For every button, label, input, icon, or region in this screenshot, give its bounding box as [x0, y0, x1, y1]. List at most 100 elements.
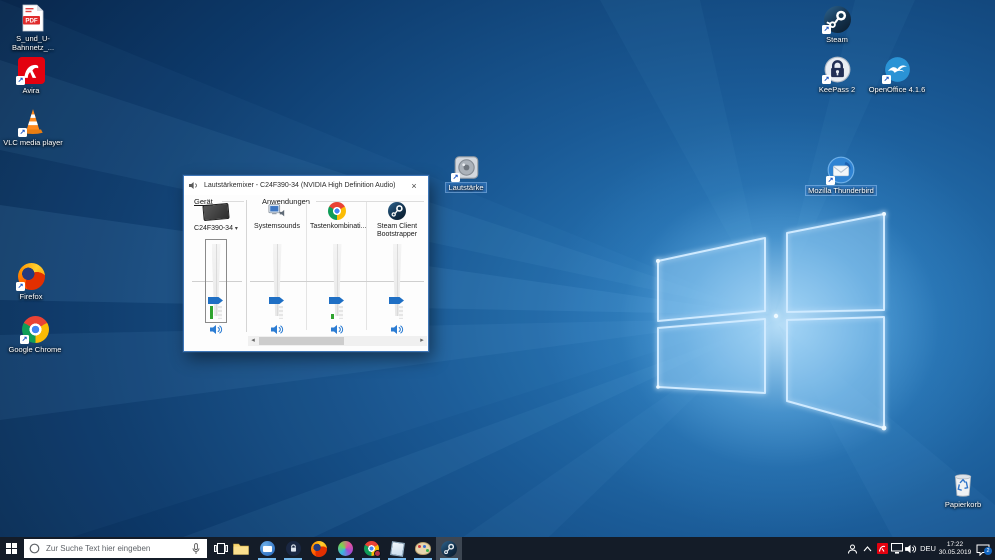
app-name: Steam Client Bootstrapper [376, 223, 418, 238]
steam-icon [444, 543, 455, 554]
desktop-icon-avira[interactable]: ↗ Avira [0, 56, 62, 95]
desktop: PDF S_und_U-Bahnnetz_... ↗ Avira ↗ VLC m… [0, 0, 995, 560]
desktop-icon-label: Mozilla Thunderbird [805, 185, 877, 196]
language-indicator[interactable]: DEU [918, 537, 938, 560]
app-name: Tastenkombinati... [310, 223, 367, 230]
horizontal-scrollbar[interactable]: ◂ ▸ [248, 336, 427, 346]
speaker-icon [905, 544, 917, 553]
app-mute-button[interactable] [330, 323, 344, 335]
close-icon[interactable]: × [400, 176, 428, 195]
pdf-file-icon: PDF [19, 4, 47, 32]
device-dropdown[interactable]: C24F390-34 ▾ [186, 225, 246, 232]
desktop-icon-firefox[interactable]: ↗ Firefox [0, 262, 62, 301]
desktop-icon-lautstaerke[interactable]: ↗ Lautstärke [435, 153, 497, 193]
steam-icon: ↗ [822, 5, 851, 34]
taskbar-search-box[interactable] [24, 539, 207, 558]
desktop-icon-pdf[interactable]: PDF S_und_U-Bahnnetz_... [0, 4, 66, 52]
volume-tray-button[interactable] [904, 537, 918, 560]
app-name: Systemsounds [254, 223, 300, 230]
shortcut-arrow-icon: ↗ [882, 75, 891, 84]
taskbar-steam-active[interactable] [436, 537, 462, 560]
desktop-icon-steam[interactable]: ↗ Steam [806, 5, 868, 44]
speaker-icon [390, 324, 403, 334]
meter-scale [279, 306, 283, 319]
desktop-icon-label: Steam [826, 35, 848, 44]
meter-scale [218, 306, 222, 319]
desktop-icon-label: Google Chrome [8, 345, 62, 354]
desktop-icon-papierkorb[interactable]: Papierkorb [932, 470, 994, 509]
microphone-icon[interactable] [192, 542, 200, 555]
speaker-icon [330, 324, 343, 334]
desktop-icon-chrome[interactable]: ↗ Google Chrome [0, 315, 70, 354]
taskbar-notes-app[interactable] [384, 537, 410, 560]
avira-tray-button[interactable] [875, 537, 889, 560]
device-mute-button[interactable] [209, 323, 223, 335]
chevron-down-icon: ▾ [234, 226, 238, 232]
shortcut-arrow-icon: ↗ [16, 76, 25, 85]
app-mute-button[interactable] [270, 323, 284, 335]
clock[interactable]: 17:22 30.05.2019 [938, 537, 972, 560]
taskbar: DEU 17:22 30.05.2019 2 [0, 537, 995, 560]
desktop-icon-keepass[interactable]: ↗ KeePass 2 [806, 55, 868, 94]
app-column-systemsounds: Systemsounds [248, 195, 306, 347]
windows-logo-icon [6, 543, 17, 554]
action-center-button[interactable]: 2 [972, 537, 994, 560]
shortcut-arrow-icon: ↗ [451, 173, 460, 182]
taskbar-keepass[interactable] [280, 537, 306, 560]
desktop-icon-vlc[interactable]: ↗ VLC media player [0, 108, 66, 147]
scroll-right-icon[interactable]: ▸ [417, 336, 427, 346]
people-button[interactable] [845, 537, 860, 560]
avira-icon: ↗ [16, 56, 45, 85]
task-view-icon [214, 543, 228, 554]
start-button[interactable] [0, 537, 23, 560]
steam-icon [388, 202, 406, 220]
app-slider-handle[interactable] [269, 297, 284, 304]
shortcut-arrow-icon: ↗ [16, 282, 25, 291]
scrollbar-thumb[interactable] [259, 337, 344, 345]
desktop-icon-label: Papierkorb [944, 500, 982, 509]
notes-app-icon [389, 540, 405, 557]
search-icon [29, 543, 40, 554]
taskbar-file-explorer[interactable] [228, 537, 254, 560]
notification-badge: 2 [984, 546, 992, 555]
tray-date: 30.05.2019 [938, 548, 972, 556]
desktop-icon-label: KeePass 2 [818, 85, 856, 94]
keepass-lock-icon [290, 544, 296, 552]
taskbar-paint-app[interactable] [410, 537, 436, 560]
file-explorer-icon [233, 543, 249, 555]
taskbar-pink-app[interactable] [332, 537, 358, 560]
shortcut-arrow-icon: ↗ [822, 25, 831, 34]
app-slider-handle[interactable] [389, 297, 404, 304]
speaker-icon [209, 324, 222, 334]
thunderbird-icon: ↗ [826, 156, 855, 185]
vlc-cone-icon: ↗ [18, 108, 47, 137]
app-slider-handle[interactable] [329, 297, 344, 304]
desktop-icon-label: Avira [22, 86, 40, 95]
taskbar-chrome[interactable] [358, 537, 384, 560]
keepass-lock-icon: ↗ [822, 55, 851, 84]
meter-scale [339, 306, 343, 319]
chrome-icon [328, 202, 346, 220]
chrome-icon: ↗ [20, 315, 49, 344]
column-separator [306, 202, 307, 330]
network-tray-button[interactable] [889, 537, 904, 560]
scroll-left-icon[interactable]: ◂ [248, 336, 258, 346]
app-mute-button[interactable] [390, 323, 404, 335]
volume-mixer-window: Lautstärkemixer - C24F390-34 (NVIDIA Hig… [183, 175, 429, 352]
show-hidden-icons-button[interactable] [861, 537, 874, 560]
mixer-titlebar[interactable]: Lautstärkemixer - C24F390-34 (NVIDIA Hig… [184, 176, 428, 195]
search-input[interactable] [44, 543, 184, 554]
desktop-icon-thunderbird[interactable]: ↗ Mozilla Thunderbird [805, 156, 877, 196]
thunderbird-icon [262, 546, 272, 552]
pink-app-icon [337, 541, 353, 556]
taskbar-thunderbird[interactable] [254, 537, 280, 560]
tray-time: 17:22 [946, 541, 964, 548]
taskbar-firefox[interactable] [306, 537, 332, 560]
shortcut-arrow-icon: ↗ [826, 176, 835, 185]
desktop-icon-label: VLC media player [3, 138, 63, 147]
desktop-icon-openoffice[interactable]: ↗ OpenOffice 4.1.6 [866, 55, 928, 94]
shortcut-arrow-icon: ↗ [20, 335, 29, 344]
people-icon [848, 544, 857, 554]
desktop-icon-label: S_und_U-Bahnnetz_... [11, 34, 55, 52]
firefox-icon [311, 540, 327, 557]
